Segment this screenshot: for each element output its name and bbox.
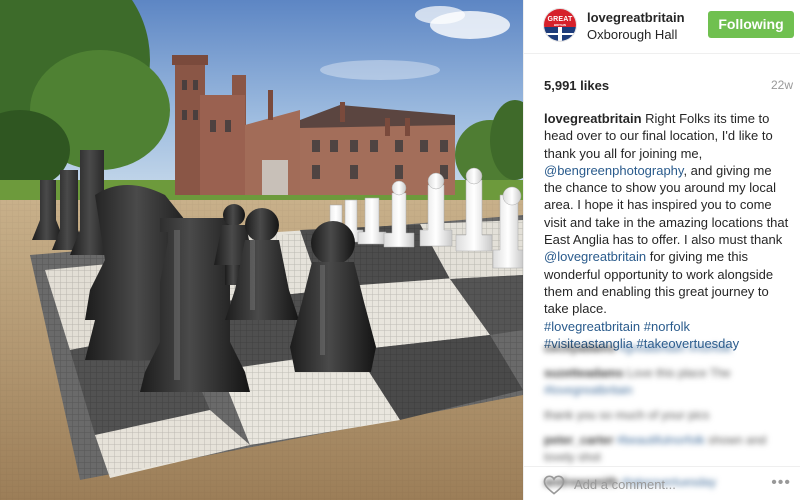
comment-username[interactable]: peter_carter: [544, 433, 613, 447]
union-flag-icon: [544, 26, 576, 41]
post-caption: lovegreatbritain Right Folks its time to…: [544, 110, 789, 352]
more-options-icon[interactable]: •••: [771, 475, 791, 491]
following-button[interactable]: Following: [708, 11, 794, 38]
caption-hashtag[interactable]: #lovegreatbritain: [544, 319, 640, 334]
comment-link[interactable]: #lovegreatbritain: [544, 383, 633, 397]
post-photo[interactable]: [0, 0, 523, 500]
comment-text: Love this place The: [626, 366, 731, 380]
comment-username[interactable]: suzetteadams: [544, 366, 623, 380]
heart-outline-icon[interactable]: [543, 475, 565, 495]
header-location[interactable]: Oxborough Hall: [587, 27, 677, 42]
avatar-logo-text: GREAT: [547, 16, 573, 23]
post-header: GREAT BRITAIN lovegreatbritain Oxborough…: [524, 0, 800, 54]
post-details-panel: GREAT BRITAIN lovegreatbritain Oxborough…: [523, 0, 800, 500]
comment-link[interactable]: shown and: [708, 433, 766, 447]
comment-input[interactable]: [574, 473, 734, 495]
instagram-post: GREAT BRITAIN lovegreatbritain Oxborough…: [0, 0, 800, 500]
comment-username[interactable]: cecilyadams: [544, 341, 615, 355]
header-username[interactable]: lovegreatbritain: [587, 10, 685, 25]
caption-username[interactable]: lovegreatbritain: [544, 111, 642, 126]
comment-text: lovely shot: [544, 450, 601, 464]
comment-bar: •••: [524, 466, 800, 500]
comment-item: suzetteadams Love this place The #lovegr…: [544, 365, 779, 399]
post-age[interactable]: 22w: [771, 78, 793, 92]
comment-text: thank you so much of your pics: [544, 408, 710, 422]
comment-text: #beautifulnorfolk: [616, 433, 705, 447]
post-stats: 5,991 likes 22w: [524, 54, 800, 106]
caption-hashtag[interactable]: #norfolk: [644, 319, 690, 334]
avatar[interactable]: GREAT BRITAIN: [543, 8, 577, 42]
comment-item: thank you so much of your pics: [544, 407, 779, 424]
comment-text: #greatbritain #norfolk: [618, 341, 732, 355]
comment-item: peter_carter #beautifulnorfolk shown and…: [544, 432, 779, 466]
caption-mention[interactable]: @bengreenphotography: [544, 163, 683, 178]
chess-board-castle-photo: [0, 0, 523, 500]
comment-item: cecilyadams #greatbritain #norfolk: [544, 340, 779, 357]
likes-count[interactable]: 5,991 likes: [544, 78, 609, 93]
caption-mention[interactable]: @lovegreatbritain: [544, 249, 646, 264]
